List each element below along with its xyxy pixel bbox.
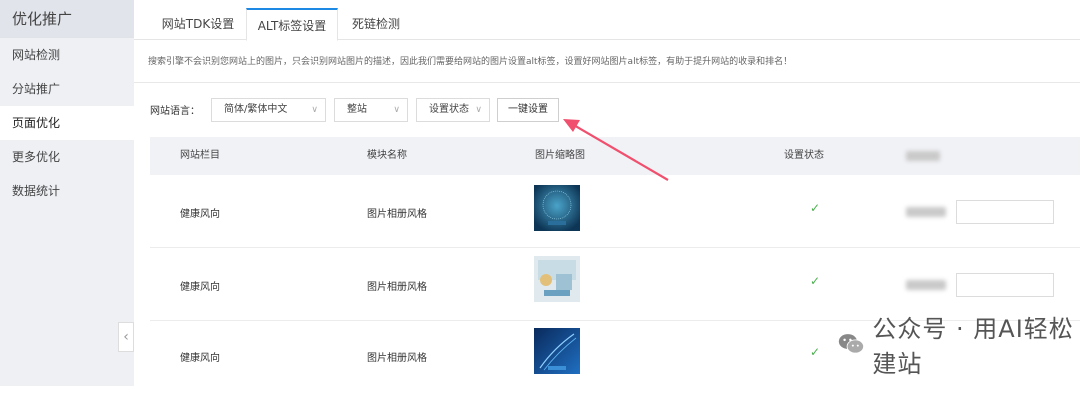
annotation-arrow [563, 119, 669, 181]
